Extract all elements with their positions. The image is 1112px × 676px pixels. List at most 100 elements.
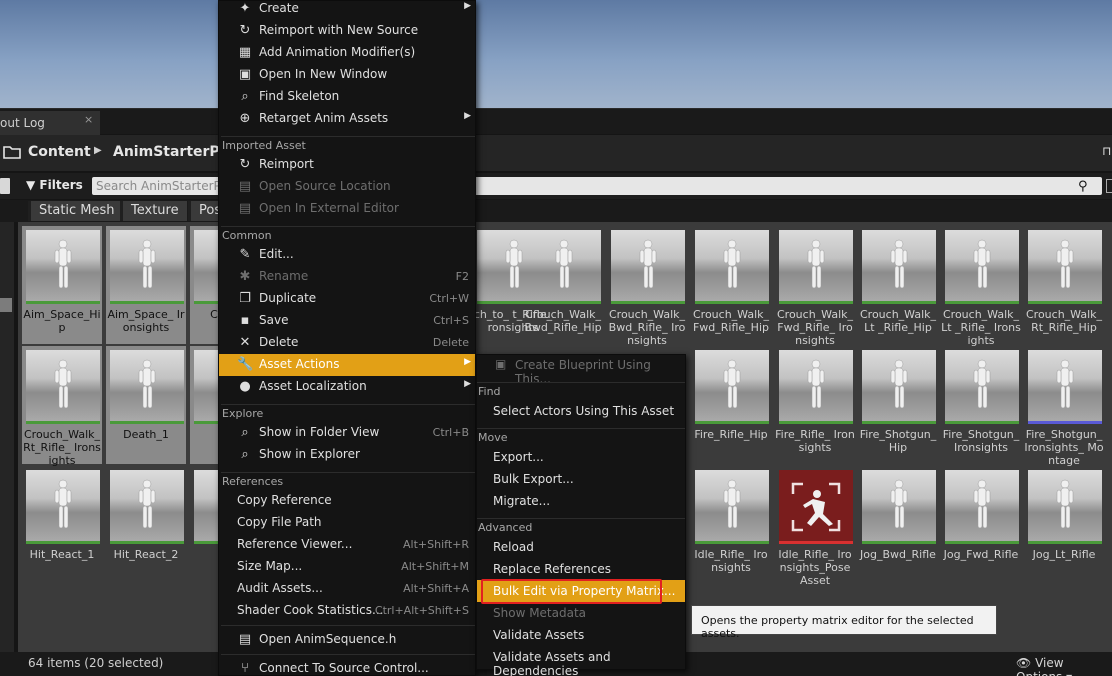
external-editor-icon: ▤ [238, 201, 252, 216]
lock-icon[interactable]: ⊓ [1102, 144, 1111, 158]
menu-item-edit-[interactable]: ✎ Edit... [219, 244, 475, 266]
menu-item-save[interactable]: ▪ Save Ctrl+S [219, 310, 475, 332]
item-count: 64 items (20 selected) [28, 656, 164, 670]
shortcut-label: Ctrl+Alt+Shift+S [374, 604, 469, 617]
character-figure [723, 359, 741, 409]
menu-item-open-source-location[interactable]: ▤ Open Source Location [219, 176, 475, 198]
menu-item-open-animsequence[interactable]: ▤ Open AnimSequence.h [219, 629, 475, 651]
asset-name: Fire_Shotgun_ Ironsights_ Montage [1024, 428, 1104, 467]
menu-item-connect-source-control[interactable]: ⑂ Connect To Source Control... [219, 658, 475, 676]
submenu-item-create-blueprint[interactable]: ▣ Create Blueprint Using This... [477, 354, 685, 386]
asset-tile[interactable]: Fire_Rifle_Hip [691, 346, 771, 464]
asset-tile[interactable]: Hit_React_2 [106, 466, 186, 584]
filters-button[interactable]: ▼ Filters [26, 178, 83, 192]
submenu-item-export-[interactable]: Export... [477, 446, 685, 468]
submenu-arrow-icon: ▶ [464, 1, 471, 11]
menu-item-open-in-external-editor[interactable]: ▤ Open In External Editor [219, 198, 475, 220]
asset-name: Crouch_Walk_ Fwd_Rifle_ Ironsights [776, 308, 854, 347]
submenu-item-reload[interactable]: Reload [477, 536, 685, 558]
asset-tile[interactable]: Aim_Space_ Ironsights [106, 226, 186, 344]
menu-item-rename[interactable]: ✱ Rename F2 [219, 266, 475, 288]
asset-thumbnail [779, 470, 853, 544]
asset-tile[interactable]: Aim_Space_Hip [22, 226, 102, 344]
reimport-icon: ↻ [239, 157, 251, 172]
asset-tile[interactable]: Crouch_Walk_ Rt_Rifle_Hip [1024, 226, 1104, 344]
asset-tile[interactable]: Crouch_Walk_ Rt_Rifle_ Ironsights [22, 346, 102, 467]
character-figure [555, 239, 573, 289]
submenu-item-bulk-export-[interactable]: Bulk Export... [477, 468, 685, 490]
asset-tile[interactable]: Idle_Rifle_ Ironsights [691, 466, 771, 584]
tab-output-log[interactable]: out Log × [0, 111, 100, 135]
asset-tile[interactable]: Jog_Lt_Rifle [1024, 466, 1104, 584]
asset-tile[interactable]: Crouch_Walk_ Bwd_Rifle_ Ironsights [607, 226, 687, 347]
menu-item-label: Reimport [259, 157, 314, 171]
menu-item-asset-localization[interactable]: ● Asset Localization ▶ [219, 376, 475, 398]
menu-item-retarget-anim-assets[interactable]: ⊕ Retarget Anim Assets ▶ [219, 108, 475, 130]
menu-item-duplicate[interactable]: ❐ Duplicate Ctrl+W [219, 288, 475, 310]
menu-item-audit-assets-[interactable]: Audit Assets... Alt+Shift+A [219, 578, 475, 600]
splitter-handle[interactable] [0, 298, 12, 312]
asset-tile[interactable]: Fire_Shotgun_ Hip [858, 346, 938, 464]
submenu-item-validate-assets-and-dependencies[interactable]: Validate Assets and Dependencies [477, 646, 685, 676]
menu-item-label: Show in Folder View [259, 425, 380, 439]
save-search-icon[interactable] [1106, 179, 1112, 193]
folder-icon: ▤ [238, 179, 252, 194]
asset-tile[interactable]: Crouch_Walk_Lt _Rifle_Hip [858, 226, 938, 344]
submenu-item-select-actors[interactable]: Select Actors Using This Asset [477, 400, 685, 422]
asset-name: Crouch_Walk_ Rt_Rifle_Hip [1025, 308, 1103, 334]
menu-item-reimport[interactable]: ↻ Reimport [219, 154, 475, 176]
character-figure [973, 239, 991, 289]
sources-panel-toggle[interactable] [0, 178, 10, 194]
menu-item-reimport-with-new-source[interactable]: ↻ Reimport with New Source [219, 20, 475, 42]
asset-tile[interactable]: Hit_React_1 [22, 466, 102, 584]
submenu-item-replace-references[interactable]: Replace References [477, 558, 685, 580]
menu-item-delete[interactable]: ✕ Delete Delete [219, 332, 475, 354]
asset-tile[interactable]: Fire_Shotgun_ Ironsights [941, 346, 1021, 464]
character-figure [807, 239, 825, 289]
asset-thumbnail [695, 230, 769, 304]
asset-name: Crouch_Walk_Lt _Rifle_ Ironsights [941, 308, 1021, 347]
asset-tile[interactable]: Crouch_Walk_ Fwd_Rifle_ Ironsights [775, 226, 855, 347]
menu-item-add-animation-modifier-s-[interactable]: ▦ Add Animation Modifier(s) [219, 42, 475, 64]
asset-thumbnail [527, 230, 601, 304]
asset-tile[interactable]: Death_1 [106, 346, 186, 464]
submenu-item-label: Select Actors Using This Asset [493, 404, 675, 418]
type-filter-static-mesh[interactable]: Static Mesh [28, 201, 123, 221]
menu-item-asset-actions[interactable]: 🔧 Asset Actions ▶ [219, 354, 475, 376]
type-filter-texture[interactable]: Texture [120, 201, 187, 221]
breadcrumb-content[interactable]: Content [28, 144, 91, 160]
asset-tile[interactable]: Idle_Rifle_ Ironsights_Pose Asset [775, 466, 855, 587]
menu-item-shader-cook-statistics-[interactable]: Shader Cook Statistics... Ctrl+Alt+Shift+… [219, 600, 475, 622]
chevron-right-icon[interactable]: ▶ [94, 145, 102, 156]
menu-item-copy-reference[interactable]: Copy Reference [219, 490, 475, 512]
magnifier-icon: ⌕ [241, 447, 249, 462]
asset-tile[interactable]: Fire_Rifle_ Ironsights [775, 346, 855, 464]
asset-tile[interactable]: Jog_Bwd_Rifle [858, 466, 938, 584]
menu-item-size-map-[interactable]: Size Map... Alt+Shift+M [219, 556, 475, 578]
view-options-button[interactable]: 👁 View Options ▾ [1016, 656, 1112, 676]
menu-item-find-skeleton[interactable]: ⌕ Find Skeleton [219, 86, 475, 108]
submenu-item-validate-assets[interactable]: Validate Assets [477, 624, 685, 646]
asset-tile[interactable]: Jog_Fwd_Rifle [941, 466, 1021, 584]
asset-tile[interactable]: Crouch_Walk_Lt _Rifle_ Ironsights [941, 226, 1021, 347]
asset-tile[interactable]: Crouch_Walk_ Fwd_Rifle_Hip [691, 226, 771, 344]
asset-tile[interactable]: Crouch_Walk_ Bwd_Rifle_Hip [523, 226, 603, 344]
menu-item-label: Copy Reference [237, 493, 332, 507]
menu-item-reference-viewer-[interactable]: Reference Viewer... Alt+Shift+R [219, 534, 475, 556]
menu-item-open-in-new-window[interactable]: ▣ Open In New Window [219, 64, 475, 86]
submenu-item-show-metadata[interactable]: Show Metadata [477, 602, 685, 624]
submenu-item-migrate-[interactable]: Migrate... [477, 490, 685, 512]
close-icon[interactable]: × [84, 113, 98, 133]
asset-tile[interactable]: Fire_Shotgun_ Ironsights_ Montage [1024, 346, 1104, 467]
menu-item-show-in-folder-view[interactable]: ⌕ Show in Folder View Ctrl+B [219, 422, 475, 444]
menu-item-show-in-explorer[interactable]: ⌕ Show in Explorer [219, 444, 475, 466]
asset-name: Aim_Space_Hip [23, 308, 101, 334]
section-references: References [221, 472, 475, 490]
menu-item-copy-file-path[interactable]: Copy File Path [219, 512, 475, 534]
asset-thumbnail [862, 350, 936, 424]
code-icon: ▤ [238, 632, 252, 647]
menu-item-create[interactable]: ✦ Create ▶ [219, 0, 475, 20]
wrench-icon: 🔧 [237, 357, 254, 372]
asset-thumbnail [779, 230, 853, 304]
menu-item-label: Show in Explorer [259, 447, 360, 461]
